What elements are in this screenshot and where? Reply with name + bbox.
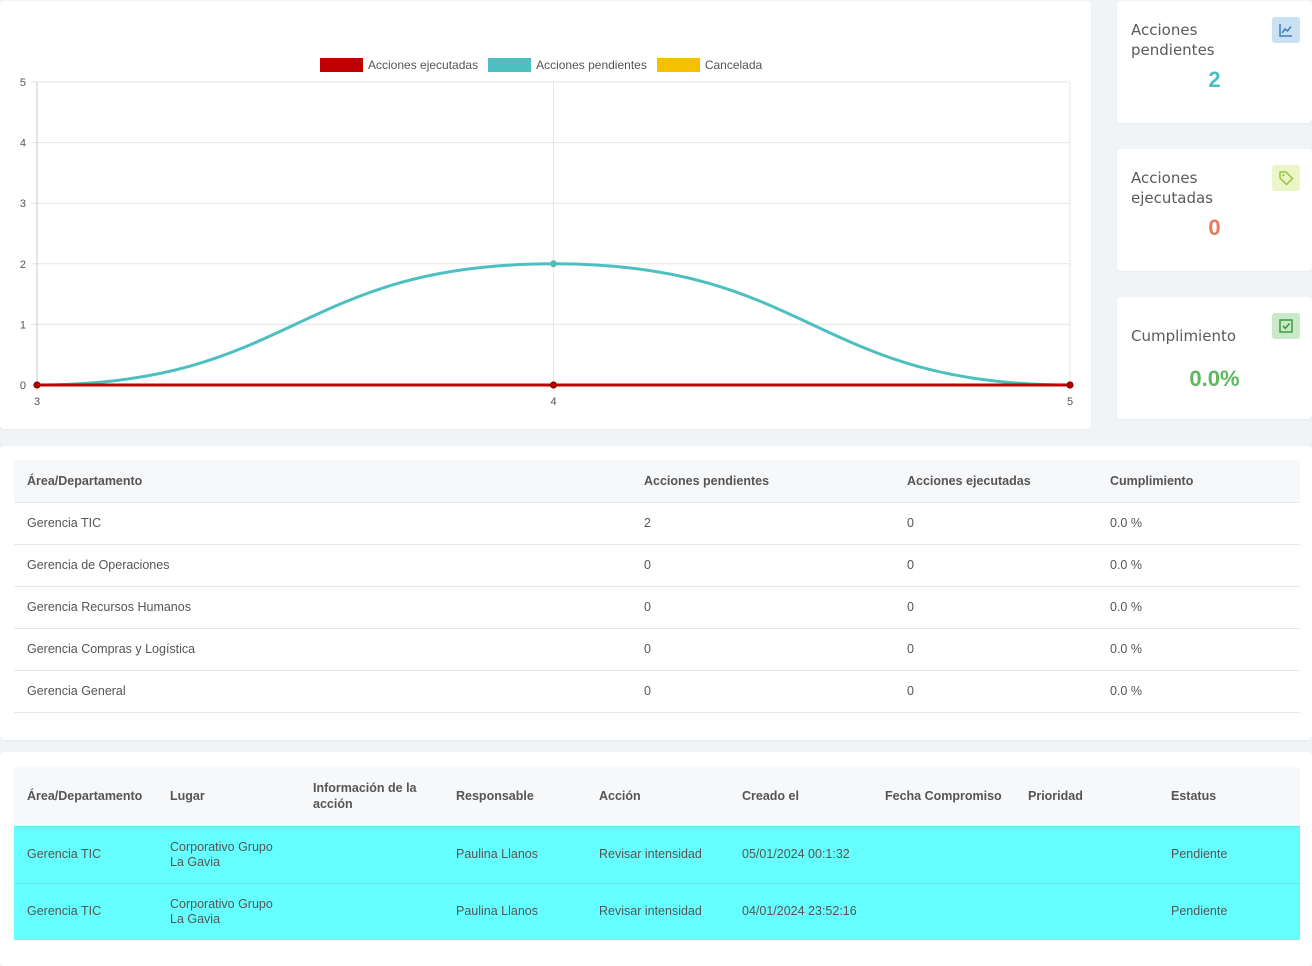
table-cell: 2	[631, 501, 894, 544]
table-row: Gerencia Compras y Logística 0 0 0.0 %	[14, 627, 1300, 670]
column-header[interactable]: Estatus	[1158, 767, 1300, 826]
checkbox-icon	[1272, 313, 1300, 339]
table-cell: 0.0 %	[1097, 669, 1300, 713]
line-chart-icon	[1272, 17, 1300, 43]
stat-card: Cumplimiento 0.0%	[1117, 297, 1312, 419]
stat-card: Acciones ejecutadas 0	[1117, 149, 1312, 271]
column-header[interactable]: Cumplimiento	[1097, 460, 1300, 502]
column-header[interactable]: Prioridad	[1015, 767, 1158, 826]
table-cell	[300, 882, 443, 940]
table-cell: Gerencia TIC	[14, 882, 157, 940]
table-cell: Revisar intensidad	[586, 825, 729, 883]
column-header[interactable]: Lugar	[157, 767, 300, 826]
table-cell: 0.0 %	[1097, 627, 1300, 670]
data-point	[33, 381, 41, 389]
data-point	[550, 381, 557, 389]
stat-title: Acciones ejecutadas	[1131, 169, 1213, 207]
y-tick-label: 5	[20, 77, 26, 89]
tag-icon	[1272, 165, 1300, 191]
table-cell: 0	[631, 669, 894, 713]
actions-table: Área/Departamento Lugar Información de la …	[14, 767, 1300, 940]
stat-value: 0.0%	[1189, 366, 1240, 391]
table-cell: 0	[894, 543, 1097, 586]
table-cell	[300, 825, 443, 883]
chart-card: Acciones ejecutadas Acciones pendientes Ca…	[0, 1, 1091, 429]
table-cell: 0	[631, 627, 894, 670]
x-tick-label: 4	[550, 396, 556, 408]
column-header[interactable]: Información de la acción	[300, 767, 443, 826]
column-header[interactable]: Creado el	[729, 767, 872, 826]
table-cell: Paulina Llanos	[443, 825, 586, 883]
column-header[interactable]: Área/Departamento	[14, 460, 631, 502]
table-cell: 0.0 %	[1097, 501, 1300, 544]
table-cell: Gerencia General	[14, 669, 631, 713]
y-tick-label: 1	[20, 319, 26, 331]
table-cell: 0.0 %	[1097, 543, 1300, 586]
table-cell: Gerencia TIC	[14, 825, 157, 883]
table-cell	[1015, 825, 1158, 883]
table-cell	[872, 825, 1015, 883]
line-chart: 0 1 2 3 4 5 3 4 5	[20, 77, 1074, 408]
table-cell: Gerencia de Operaciones	[14, 543, 631, 586]
table-cell: 0	[894, 627, 1097, 670]
table-row: Gerencia General 0 0 0.0 %	[14, 669, 1300, 713]
stat-value: 0	[1208, 215, 1221, 240]
column-header[interactable]: Acción	[586, 767, 729, 826]
table-cell: Gerencia TIC	[14, 501, 631, 544]
column-header[interactable]: Acciones pendientes	[631, 460, 894, 502]
column-header[interactable]: Fecha Compromiso	[872, 767, 1015, 826]
stat-value: 2	[1208, 67, 1221, 92]
table-cell: Gerencia Compras y Logística	[14, 627, 631, 670]
y-tick-label: 0	[20, 380, 26, 392]
stat-title: Acciones pendientes	[1131, 21, 1215, 59]
table-cell: 0	[894, 669, 1097, 713]
column-header[interactable]: Acciones ejecutadas	[894, 460, 1097, 502]
table-cell: Gerencia Recursos Humanos	[14, 585, 631, 628]
department-summary-table: Área/Departamento Acciones pendientes Acci…	[14, 460, 1300, 713]
y-tick-label: 2	[20, 259, 26, 271]
x-tick-label: 5	[1067, 396, 1073, 408]
table-cell: 05/01/2024 00:1:32	[729, 825, 872, 883]
action-row[interactable]: Gerencia TIC Corporativo Grupo La Gavia Pa…	[14, 882, 1300, 940]
x-tick-label: 3	[34, 396, 40, 408]
table-row: Gerencia TIC 2 0 0.0 %	[14, 501, 1300, 544]
table-cell: 0	[631, 585, 894, 628]
table-cell: 04/01/2024 23:52:16	[729, 882, 872, 940]
table-cell: Revisar intensidad	[586, 882, 729, 940]
column-header[interactable]: Área/Departamento	[14, 767, 157, 826]
action-row[interactable]: Gerencia TIC Corporativo Grupo La Gavia Pa…	[14, 825, 1300, 883]
stat-title: Cumplimiento	[1131, 327, 1237, 345]
table-cell: 0	[894, 585, 1097, 628]
table-cell	[1015, 882, 1158, 940]
data-point	[550, 260, 557, 268]
stat-card: Acciones pendientes 2	[1117, 1, 1312, 123]
table-cell: Pendiente	[1158, 882, 1300, 940]
actions-list-section: Área/Departamento Lugar Información de la …	[0, 752, 1312, 966]
table-cell: 0	[631, 543, 894, 586]
y-tick-label: 4	[20, 138, 26, 150]
y-tick-label: 3	[20, 198, 26, 210]
table-cell: Paulina Llanos	[443, 882, 586, 940]
table-row: Gerencia Recursos Humanos 0 0 0.0 %	[14, 585, 1300, 628]
table-cell: 0	[894, 501, 1097, 544]
table-cell: Pendiente	[1158, 825, 1300, 883]
table-cell	[872, 882, 1015, 940]
department-summary-section: Área/Departamento Acciones pendientes Acci…	[0, 446, 1312, 740]
table-row: Gerencia de Operaciones 0 0 0.0 %	[14, 543, 1300, 586]
table-cell: Corporativo Grupo La Gavia	[157, 825, 300, 883]
column-header[interactable]: Responsable	[443, 767, 586, 826]
table-cell: 0.0 %	[1097, 585, 1300, 628]
data-point	[1066, 381, 1074, 389]
table-cell: Corporativo Grupo La Gavia	[157, 882, 300, 940]
